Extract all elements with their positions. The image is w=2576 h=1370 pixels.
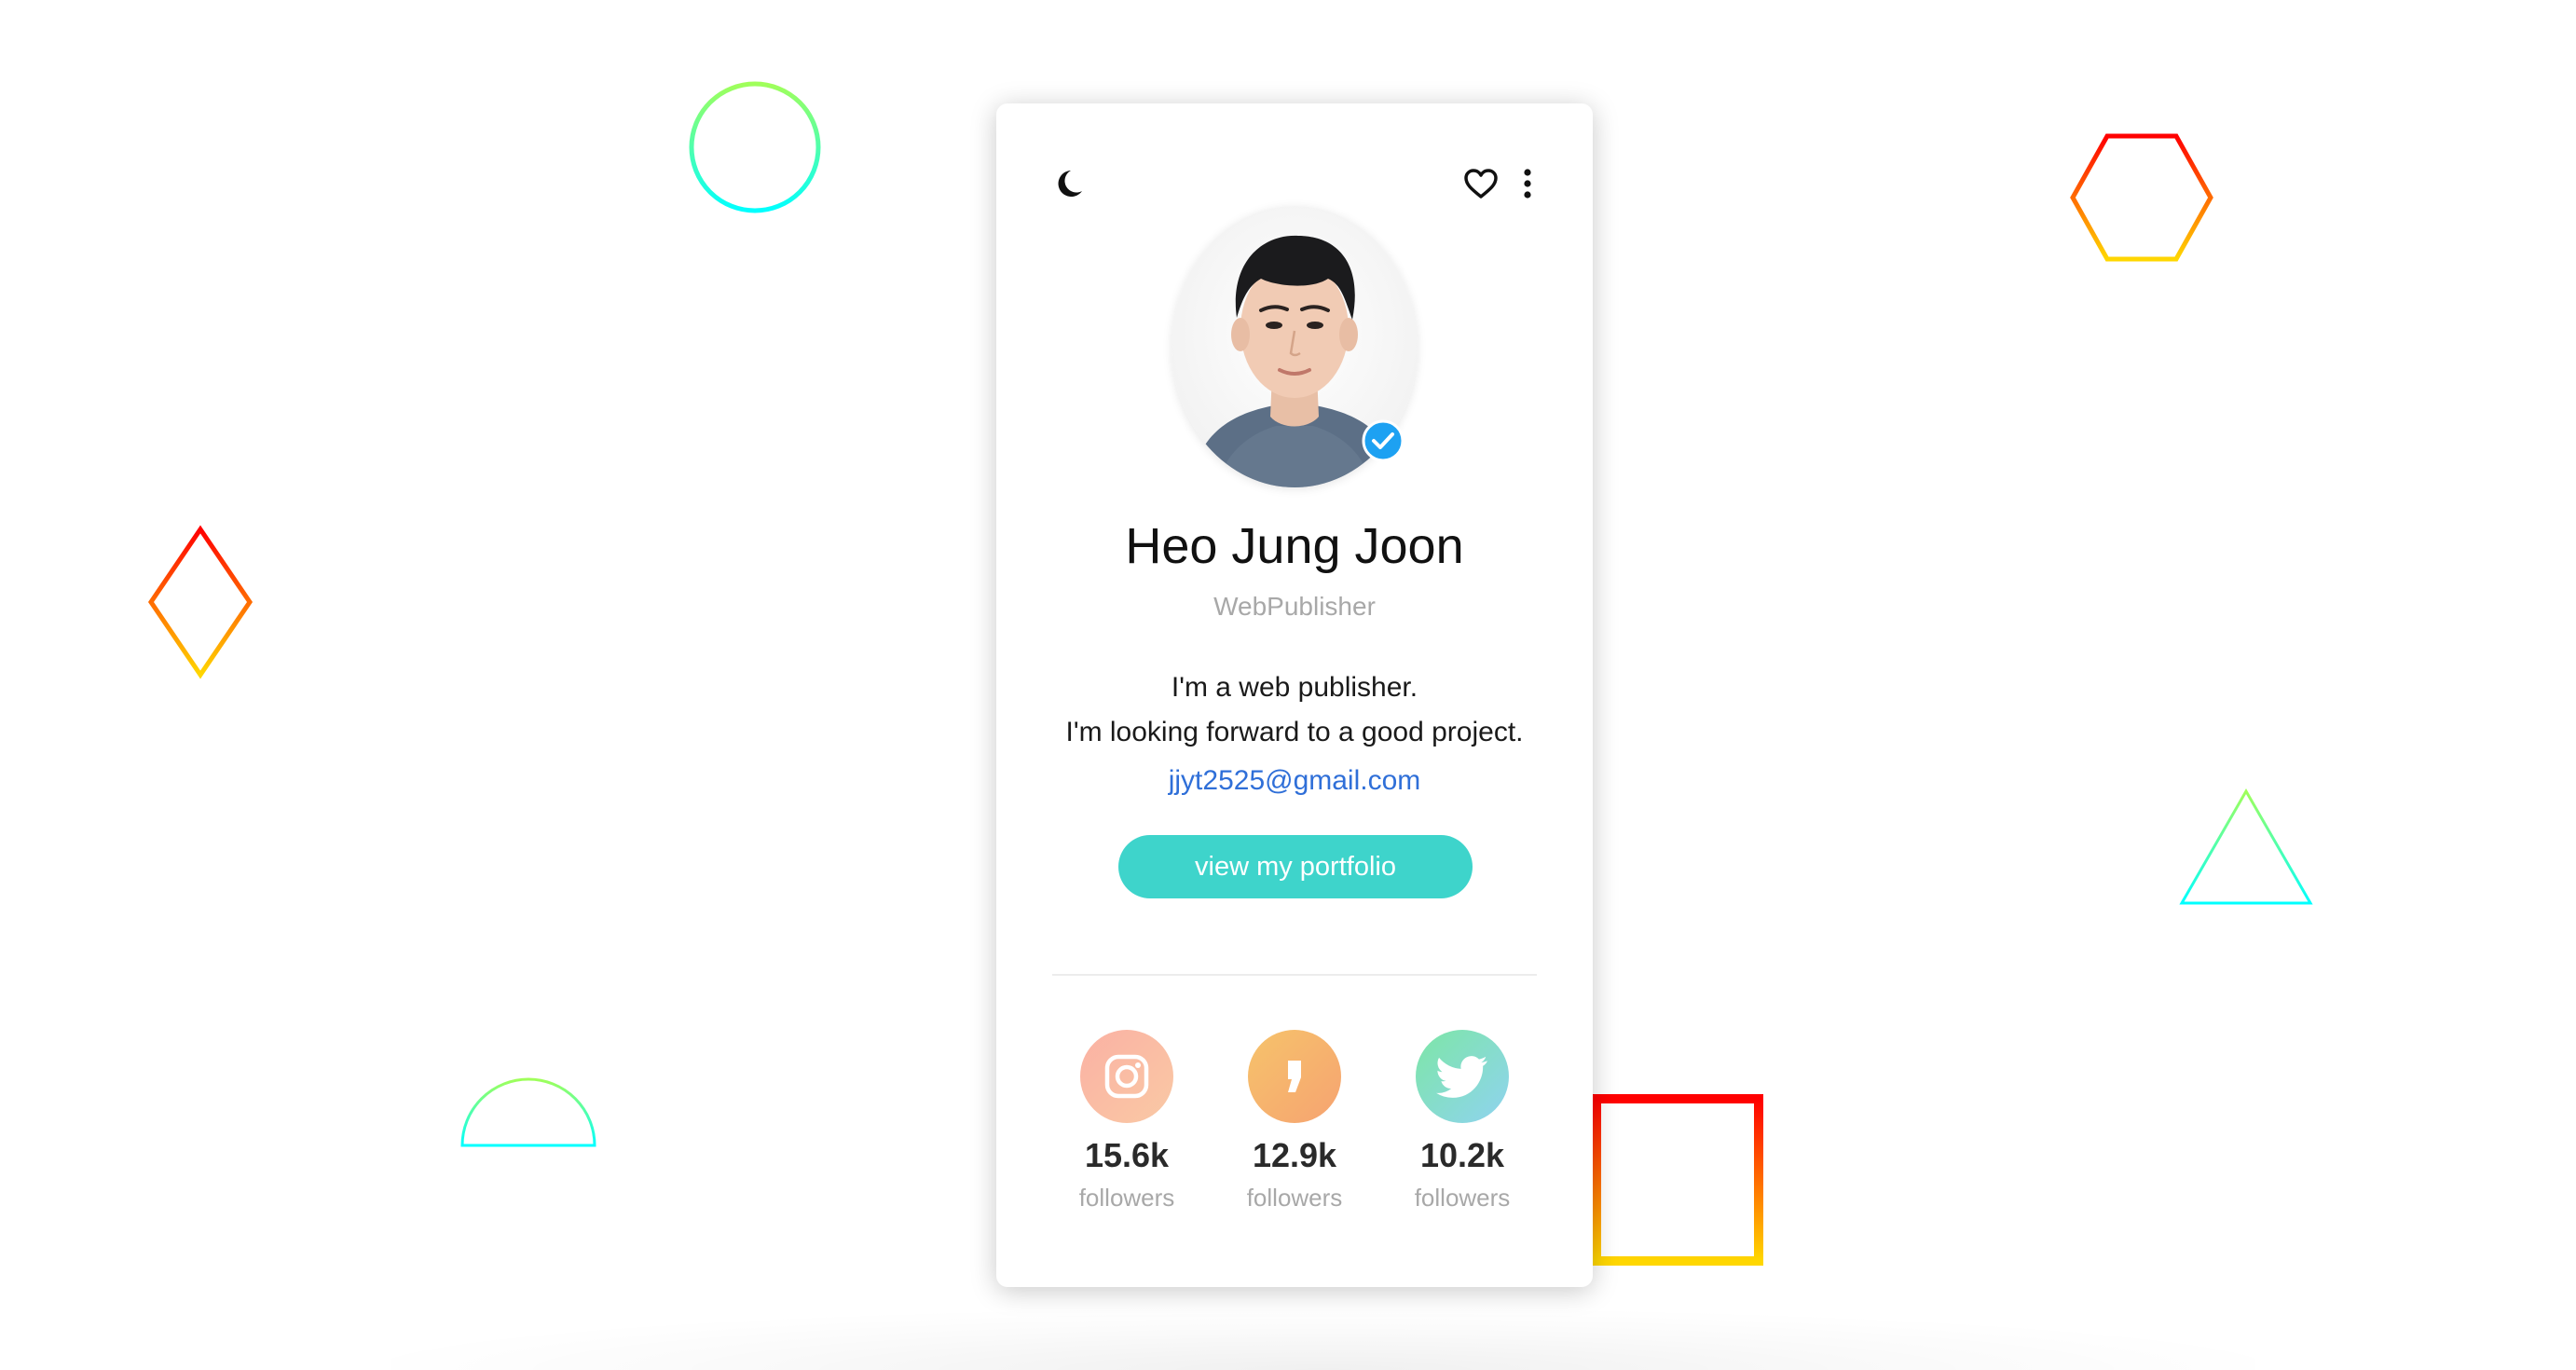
- diamond-shape: [147, 525, 253, 679]
- quote-icon: [1288, 1061, 1301, 1092]
- instagram-button[interactable]: [1080, 1030, 1173, 1123]
- bio-line: I'm looking forward to a good project.: [1065, 717, 1524, 747]
- bio-line: I'm a web publisher.: [1171, 672, 1418, 703]
- moon-icon[interactable]: [1050, 165, 1088, 202]
- social-instagram: 15.6k followers: [1071, 1030, 1183, 1214]
- follower-count: 15.6k: [1084, 1136, 1170, 1174]
- square-shape: [1592, 1094, 1763, 1266]
- kakao-story-button[interactable]: [1248, 1030, 1341, 1123]
- profile-role: WebPublisher: [1213, 592, 1376, 621]
- verified-badge-icon: [1362, 419, 1404, 462]
- follower-count: 12.9k: [1252, 1136, 1337, 1174]
- follower-label: followers: [1414, 1184, 1511, 1212]
- view-portfolio-button[interactable]: view my portfolio: [1118, 835, 1473, 898]
- email-link[interactable]: jjyt2525@gmail.com: [996, 761, 1593, 801]
- follower-label: followers: [1078, 1184, 1175, 1212]
- follower-count: 10.2k: [1419, 1136, 1505, 1174]
- more-vertical-icon[interactable]: [1511, 165, 1544, 202]
- profile-bio: I'm a web publisher. I'm looking forward…: [996, 665, 1593, 755]
- hexagon-shape: [2070, 133, 2213, 262]
- twitter-button[interactable]: [1416, 1030, 1509, 1123]
- heart-icon[interactable]: [1462, 165, 1500, 202]
- divider: [1052, 974, 1537, 976]
- triangle-shape: [2179, 788, 2313, 905]
- twitter-icon: [1436, 1056, 1487, 1098]
- profile-card: Heo Jung Joon WebPublisher I'm a web pub…: [996, 103, 1593, 1287]
- social-twitter: 10.2k followers: [1406, 1030, 1518, 1214]
- profile-name: Heo Jung Joon: [1125, 518, 1464, 574]
- floor-shadow: [391, 1309, 2255, 1370]
- semicircle-shape: [460, 1077, 596, 1147]
- instagram-icon: [1104, 1054, 1149, 1099]
- follower-label: followers: [1246, 1184, 1343, 1212]
- circle-shape: [689, 81, 821, 213]
- social-kakao-story: 12.9k followers: [1239, 1030, 1350, 1214]
